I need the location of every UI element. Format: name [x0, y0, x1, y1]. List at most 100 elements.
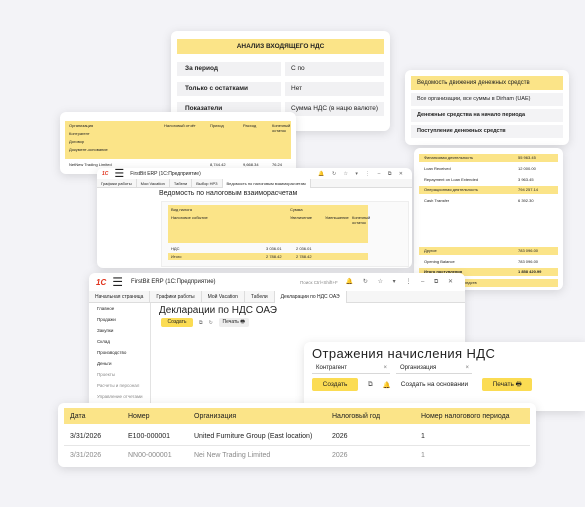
cash-flow-item[interactable]: Все организации, все суммы в Dirham (UAE… — [411, 93, 563, 106]
sidebar-item[interactable]: Главное — [89, 303, 150, 314]
cell-period-number: 1 — [421, 451, 425, 459]
window-titlebar: 1С ☰ FirstBit ERP (1С:Предприятие) 🔔 ↻ ☆… — [97, 168, 412, 179]
tab-active[interactable]: Декларации по НДС ОАЭ — [274, 290, 347, 303]
page-title: Отражения начисления НДС — [312, 346, 496, 361]
sidebar-item[interactable]: Склад — [89, 336, 150, 347]
mini-sheet-sub: Документ-основание — [69, 147, 108, 152]
tab[interactable]: Выбор НРЗ — [192, 178, 223, 188]
copy-icon[interactable]: ⧉ — [199, 320, 203, 326]
report-col: Увеличение — [290, 215, 313, 220]
copy-icon[interactable]: ⧉ — [368, 381, 373, 389]
sidebar-item[interactable]: Управление отчетами — [89, 391, 150, 402]
report-cell: Итого — [171, 254, 182, 259]
numbers-row: Операционная деятельность 794 257.14 — [419, 186, 558, 194]
col-header[interactable]: Дата — [64, 413, 128, 420]
tab[interactable]: Табели — [245, 290, 275, 303]
organization-filter[interactable]: Организация × — [396, 362, 472, 374]
vat-reflections-window: Отражения начисления НДС Контрагент × Ор… — [304, 342, 585, 411]
numbers-value — [514, 279, 558, 287]
cash-flow-item[interactable]: Поступление денежных средств — [411, 125, 563, 138]
printer-icon: 🖶 — [515, 381, 522, 388]
create-button[interactable]: Создать — [312, 378, 358, 391]
print-button[interactable]: Печать 🖶 — [482, 378, 533, 391]
only-balances-label: Только с остатками — [177, 82, 281, 96]
tab[interactable]: Графики работы — [150, 290, 202, 303]
report-col: Уменьшение — [325, 215, 349, 220]
sidebar-item[interactable]: Расчеты и персонал — [89, 380, 150, 391]
sidebar-item[interactable]: Производство — [89, 347, 150, 358]
col-header[interactable]: Организация — [194, 413, 332, 420]
report-col: Вид налога — [171, 207, 192, 212]
mini-sheet-cell: 9,668.34 — [243, 162, 259, 167]
create-button[interactable]: Создать — [161, 318, 193, 327]
print-button[interactable]: Печать 🖶 — [218, 318, 249, 327]
col-header[interactable]: Налоговый год — [332, 413, 421, 420]
sidebar-item[interactable]: Деньги — [89, 358, 150, 369]
mini-sheet-cell: 76.24 — [272, 162, 283, 167]
numbers-row: Финансовая деятельность 55 963.45 — [419, 154, 558, 162]
tab-active[interactable]: Ведомость по налоговым взаиморасчетам — [222, 178, 311, 188]
cell-tax-year: 2026 — [332, 432, 348, 440]
tab[interactable]: Табели — [170, 178, 193, 188]
numbers-row: Repayment on Loan Extended 3 963.45 — [419, 176, 558, 184]
numbers-value: 55 963.45 — [518, 155, 536, 160]
numbers-label: Финансовая деятельность — [424, 155, 474, 160]
tab[interactable]: Мои Vacation — [137, 178, 170, 188]
reflections-toolbar: Создать ⧉ 🔔 Создать на основании Печать … — [312, 378, 533, 391]
report-col: Конечный остаток — [352, 215, 371, 225]
sidebar-item[interactable]: Продажи — [89, 314, 150, 325]
counterparty-filter[interactable]: Контрагент × — [312, 362, 390, 374]
indicators-value[interactable]: Сумма НДС (в нацю валюте) — [285, 102, 384, 116]
menu-icon[interactable]: ☰ — [112, 275, 123, 289]
clear-icon[interactable]: × — [465, 365, 469, 371]
numbers-value: 6 392.30 — [518, 198, 534, 203]
mini-sheet-sub: Договор — [69, 139, 85, 144]
mini-sheet-col: Организация — [69, 123, 94, 128]
refresh-icon[interactable]: ↻ — [209, 320, 213, 326]
period-label: За период — [177, 62, 281, 76]
menu-icon[interactable]: ☰ — [114, 168, 124, 179]
tab[interactable]: Графики работы — [97, 178, 137, 188]
print-label: Печать — [222, 319, 239, 325]
numbers-label: Repayment on Loan Extended — [424, 177, 479, 182]
window-controls[interactable]: 🔔 ↻ ☆ ▾ ⋮ ‒ ⧉ ✕ — [346, 278, 457, 286]
printer-icon: 🖶 — [240, 319, 246, 325]
period-value[interactable]: С по — [285, 62, 384, 76]
window-tabs: Начальная страница Графики работы Мой Va… — [89, 290, 465, 303]
clear-icon[interactable]: × — [383, 365, 387, 371]
report-col: Налоговое событие — [171, 215, 208, 220]
cash-flow-card: Ведомость движения денежных средств Все … — [405, 70, 569, 145]
tab-home[interactable]: Начальная страница — [89, 290, 151, 303]
window-controls[interactable]: 🔔 ↻ ☆ ▾ ⋮ ‒ ⧉ ✕ — [318, 171, 406, 177]
print-label: Печать — [492, 381, 514, 388]
cell-number: NN00-000001 — [128, 451, 172, 459]
app-logo: 1С — [96, 277, 107, 287]
report-col: Сумма — [290, 207, 303, 212]
report-cell: 2 036.01 — [296, 246, 312, 251]
search-input[interactable]: Поиск Ctrl+Shift+F — [300, 280, 338, 285]
sidebar-item[interactable]: Проекты — [89, 369, 150, 380]
cash-flow-item[interactable]: Денежные средства на начало периода — [411, 109, 563, 122]
counterparty-label: Контрагент — [316, 364, 348, 371]
numbers-value: 783 096.00 — [518, 259, 539, 264]
bell-icon[interactable]: 🔔 — [383, 381, 391, 389]
numbers-value: 3 963.45 — [518, 177, 534, 182]
col-header[interactable]: Номер — [128, 413, 194, 420]
sidebar-item[interactable]: Закупки — [89, 325, 150, 336]
tab[interactable]: Мой Vacation — [202, 290, 245, 303]
cash-flow-title: Ведомость движения денежных средств — [411, 76, 563, 90]
numbers-label: Операционная деятельность — [424, 187, 478, 192]
report-cell: НДС — [171, 246, 180, 251]
numbers-value: 794 257.14 — [518, 187, 539, 192]
table-row[interactable]: 3/31/2026 E100-000001 United Furniture G… — [64, 427, 530, 445]
only-balances-field[interactable]: Только с остатками Нет — [177, 82, 384, 96]
window-titlebar: 1С ☰ FirstBit ERP (1С:Предприятие) Поиск… — [89, 273, 465, 291]
numbers-value: 783 096.00 — [518, 248, 539, 253]
cell-number: E100-000001 — [128, 432, 171, 440]
period-field[interactable]: За период С по — [177, 62, 384, 76]
only-balances-value[interactable]: Нет — [285, 82, 384, 96]
col-header[interactable]: Номер налогового периода — [421, 413, 530, 420]
table-row[interactable]: 3/31/2026 NN00-000001 Nei New Trading Li… — [64, 446, 530, 464]
create-based-button[interactable]: Создать на основании — [401, 381, 468, 388]
numbers-row: Cash Transfer 6 392.30 — [419, 197, 558, 205]
